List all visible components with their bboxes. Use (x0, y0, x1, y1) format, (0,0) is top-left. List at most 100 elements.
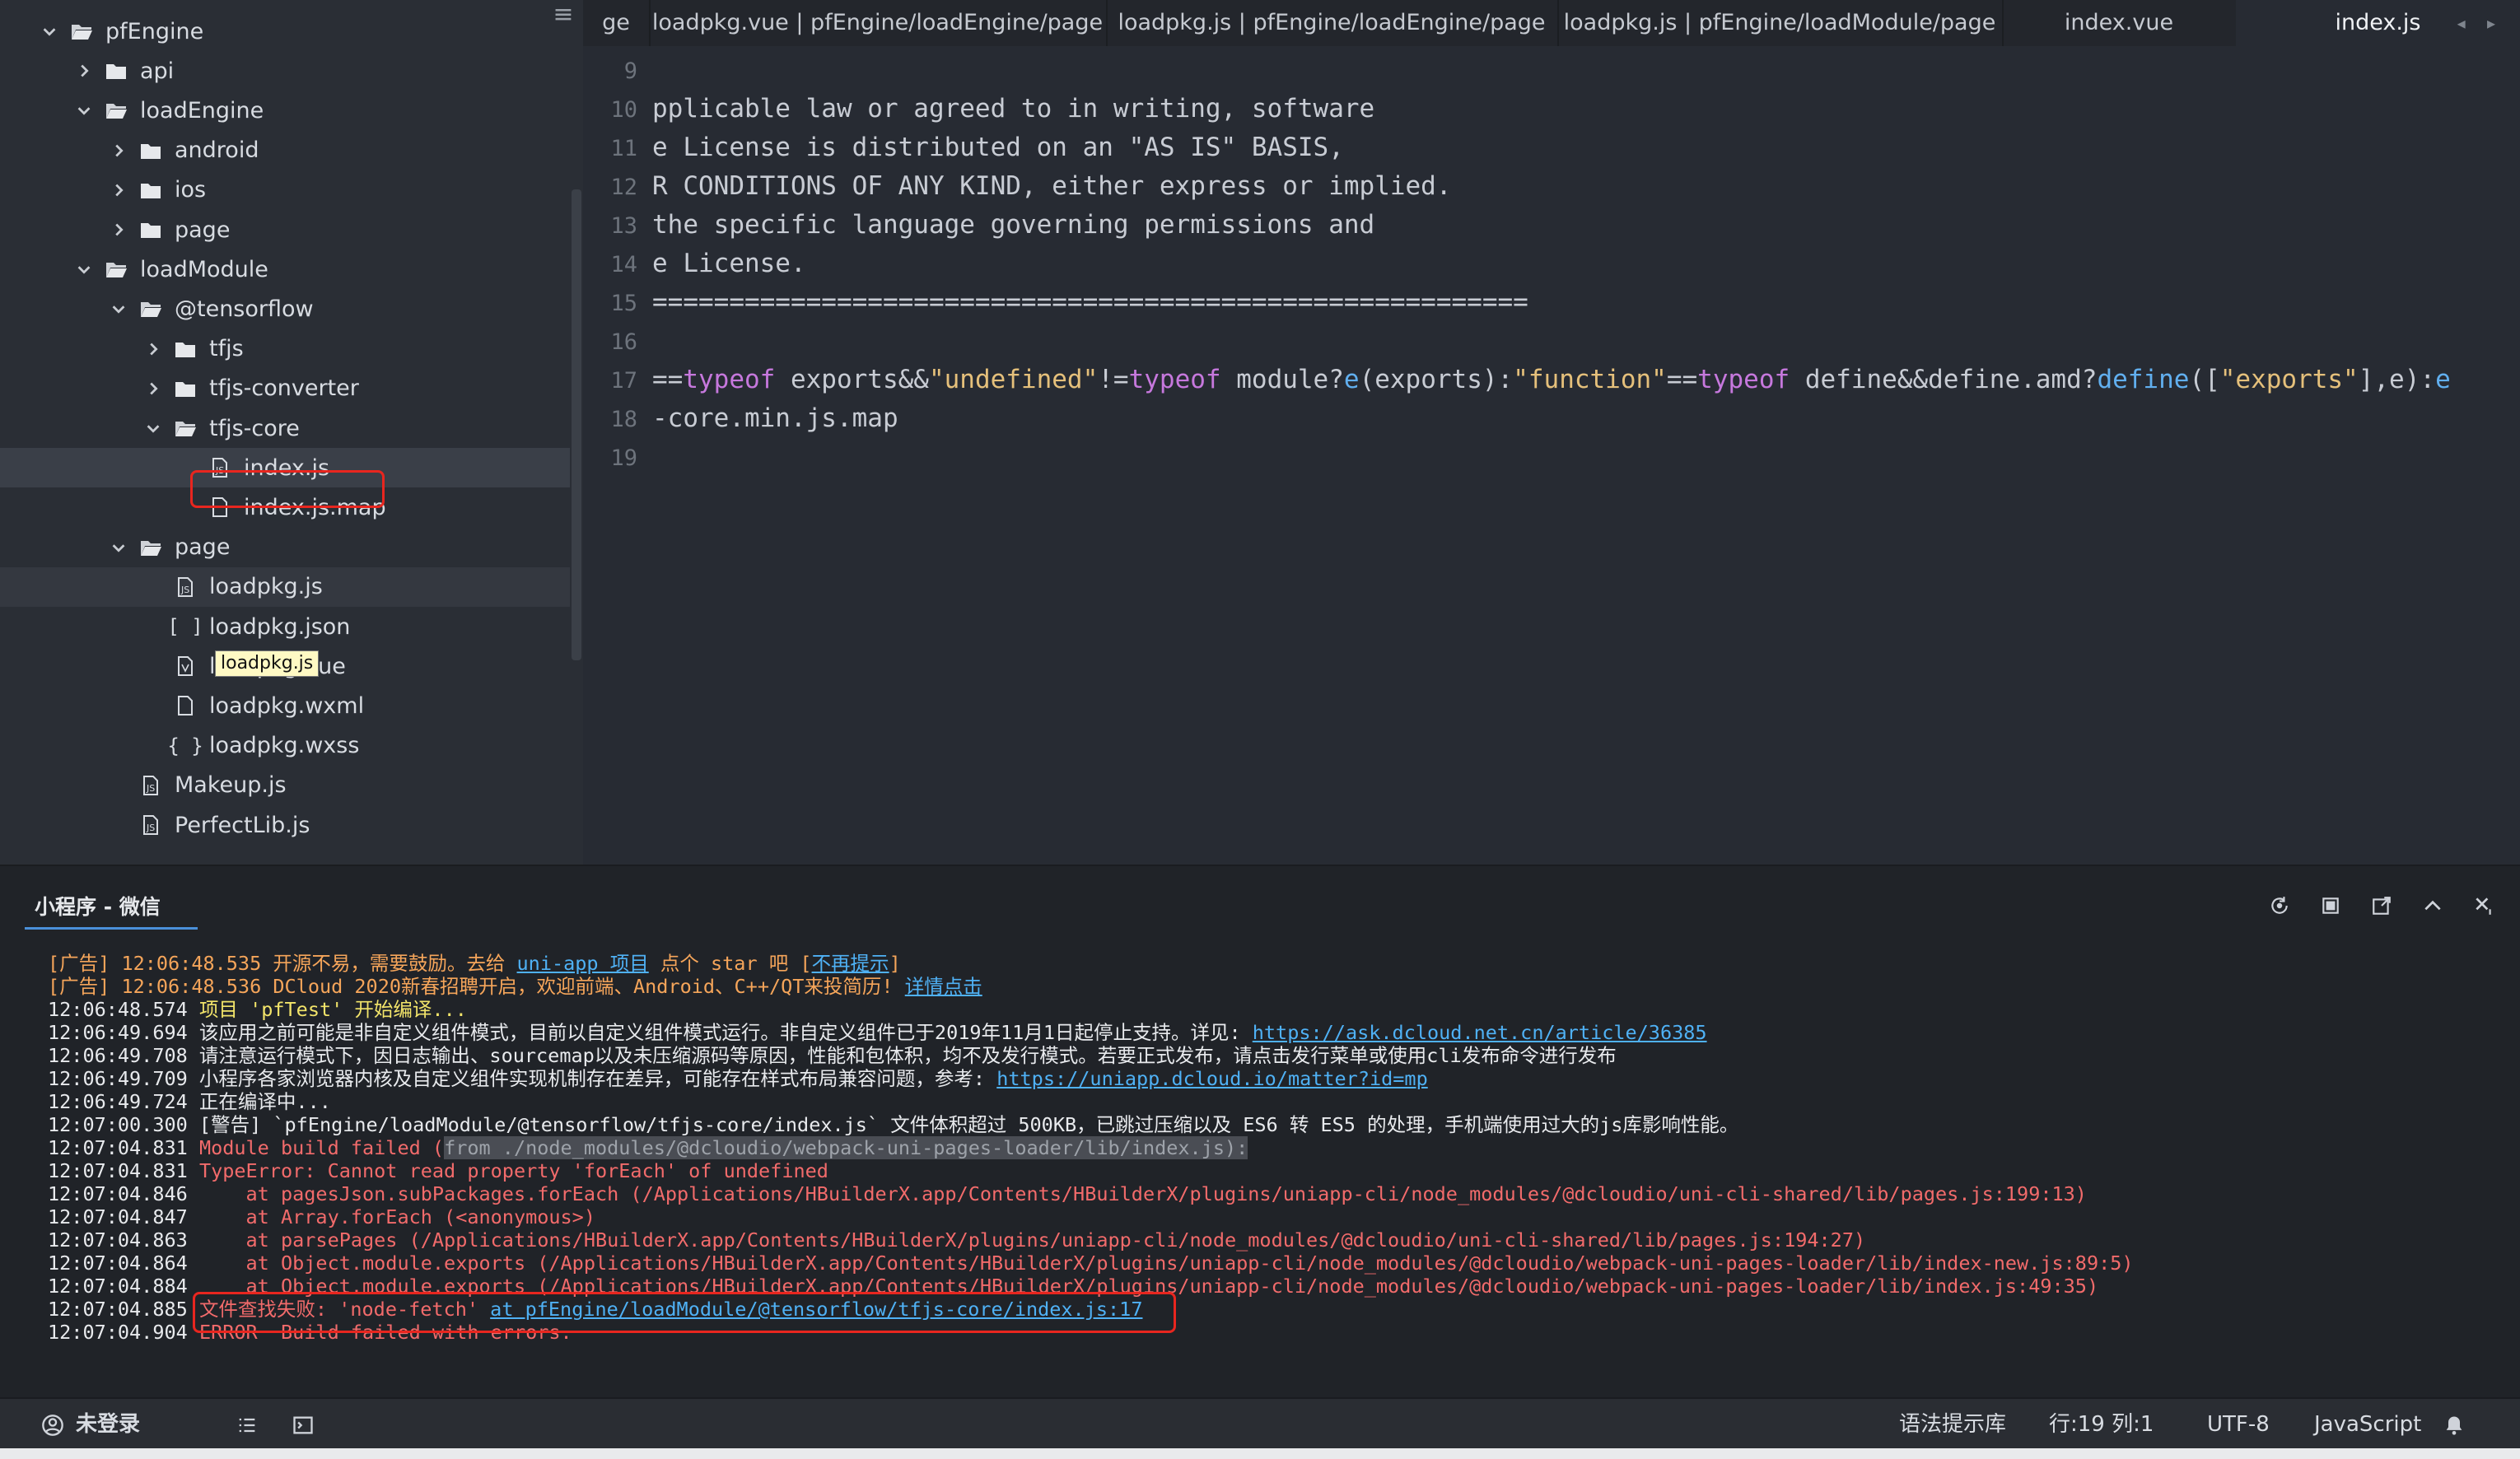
line-number: 14 (610, 252, 637, 277)
tree-item[interactable]: @tensorflow (0, 289, 570, 329)
code-token: ========================================… (652, 287, 1528, 317)
chevron-down-icon[interactable] (109, 299, 128, 319)
log-text: 12:07:04.847 (48, 1205, 199, 1228)
language-mode[interactable]: JavaScript (2314, 1399, 2421, 1450)
tree-item[interactable]: JS loadpkg.js (0, 566, 570, 607)
line-number: 12 (610, 175, 637, 200)
tree-item[interactable]: tfjs-core (0, 408, 570, 448)
open-external-icon[interactable] (2370, 894, 2393, 917)
code-token: == (1666, 365, 1698, 394)
code-token: e (1343, 365, 1360, 394)
code-token: e License is distributed on an "AS IS" B… (652, 133, 1344, 162)
tree-item[interactable]: JS Makeup.js (0, 766, 570, 805)
log-link[interactable]: 详情点击 (905, 975, 982, 998)
log-text: 12:07:00.300 [警告] `pfEngine/loadModule/@… (48, 1113, 1739, 1136)
js-file-icon: JS (140, 775, 161, 795)
log-link[interactable]: https://ask.dcloud.net.cn/article/36385 (1253, 1021, 1707, 1044)
tree-item[interactable]: page (0, 528, 570, 567)
file-encoding[interactable]: UTF-8 (2207, 1399, 2270, 1450)
tree-item[interactable]: android (0, 131, 570, 170)
tree-item[interactable]: pfEngine (0, 12, 570, 51)
log-text: [广告] 12:06:48.535 开源不易，需要鼓励。去给 (48, 952, 517, 975)
tree-item[interactable]: { } loadpkg.wxss (0, 726, 570, 766)
close-icon[interactable] (2472, 894, 2495, 917)
tree-item[interactable]: [ ] loadpkg.json (0, 607, 570, 646)
syntax-library[interactable]: 语法提示库 (1899, 1399, 2006, 1450)
code-token: R CONDITIONS OF ANY KIND, either express… (652, 171, 1452, 201)
css-file-icon: { } (167, 734, 203, 757)
code-token: typeof (1697, 365, 1790, 394)
log-link[interactable]: https://uniapp.dcloud.io/matter?id=mp (996, 1067, 1427, 1090)
editor-tab[interactable]: loadpkg.js | pfEngine/loadModule/page (1557, 0, 2004, 46)
console-toolbar (2268, 894, 2495, 917)
folder-icon (140, 538, 161, 557)
project-explorer: ≡ pfEngine api loadEngine android ios page loa… (0, 0, 583, 865)
log-line: 12:06:48.574 项目 'pfTest' 开始编译... (48, 998, 2495, 1021)
chevron-right-icon[interactable] (74, 61, 94, 81)
code-line: 9 (583, 51, 652, 89)
chevron-right-icon[interactable] (109, 141, 128, 161)
chevron-right-icon[interactable] (143, 339, 163, 359)
outline-list-icon[interactable] (236, 1399, 259, 1450)
terminal-icon[interactable] (292, 1399, 315, 1450)
tree-item[interactable]: loadpkg.wxml (0, 686, 570, 725)
log-text: from ./node_modules/@dcloudio/webpack-un… (444, 1136, 1248, 1159)
tree-item[interactable]: tfjs (0, 329, 570, 369)
chevron-right-icon[interactable] (109, 180, 128, 200)
log-text: 点个 star 吧 [ (648, 952, 812, 975)
code-token: e License. (652, 249, 806, 278)
tree-item[interactable]: tfjs-converter (0, 369, 570, 408)
cursor-position[interactable]: 行:19 列:1 (2049, 1399, 2154, 1450)
code-line: 12 R CONDITIONS OF ANY KIND, either expre… (583, 167, 1452, 205)
editor-tab[interactable]: ge (583, 0, 651, 46)
chevron-down-icon[interactable] (109, 538, 128, 557)
code-editor[interactable]: 9 10 pplicable law or agreed to in writing… (583, 46, 2520, 865)
tree-item[interactable]: ios (0, 170, 570, 210)
log-text: ] (889, 952, 901, 975)
console-log[interactable]: [广告] 12:06:48.535 开源不易，需要鼓励。去给 uni-app 项… (48, 952, 2495, 1344)
tab-scroll-arrows-icon[interactable]: ◂ ▸ (2457, 0, 2504, 46)
editor-tab[interactable]: loadpkg.js | pfEngine/loadEngine/page (1106, 0, 1559, 46)
log-link[interactable]: 不再提示 (812, 952, 889, 975)
chevron-down-icon[interactable] (74, 100, 94, 120)
code-token: "exports" (2219, 365, 2359, 394)
maximize-chevron-up-icon[interactable] (2421, 894, 2444, 917)
log-text: Module build failed ( (198, 1136, 445, 1159)
chevron-right-icon[interactable] (109, 220, 128, 240)
tree-item-label: ios (175, 177, 207, 203)
console-tab-title[interactable]: 小程序 - 微信 (35, 891, 161, 921)
chevron-down-icon[interactable] (74, 259, 94, 279)
log-text: 12:07:04.884 (48, 1275, 199, 1298)
svg-text:JS: JS (180, 585, 189, 595)
tree-item[interactable]: loadEngine (0, 91, 570, 130)
tree-item-label: loadpkg.json (209, 613, 351, 640)
code-token: ],e): (2358, 365, 2436, 394)
log-link[interactable]: uni-app 项目 (517, 952, 649, 975)
editor-tab[interactable]: index.vue (2002, 0, 2238, 46)
vue-file-icon (175, 656, 196, 677)
json-file-icon: [ ] (167, 615, 203, 638)
restart-icon[interactable] (2268, 894, 2291, 917)
console-tab-underline (25, 927, 198, 930)
tree-item[interactable]: api (0, 51, 570, 91)
sidebar-scrollbar[interactable] (572, 189, 581, 660)
code-line: 13 the specific language governing permis… (583, 206, 1374, 244)
tree-item[interactable]: page (0, 210, 570, 249)
chevron-right-icon[interactable] (143, 379, 163, 399)
code-line: 11 e License is distributed on an "AS IS"… (583, 128, 1344, 166)
log-line: 12:07:04.864 at Object.module.exports (/… (48, 1252, 2495, 1275)
code-line: 10 pplicable law or agreed to in writing,… (583, 90, 1374, 128)
tree-item[interactable]: loadModule (0, 249, 570, 289)
chevron-down-icon[interactable] (143, 418, 163, 438)
user-icon[interactable] (41, 1399, 64, 1450)
editor-tab[interactable]: loadpkg.vue | pfEngine/loadEngine/page (649, 0, 1108, 46)
login-status[interactable]: 未登录 (76, 1399, 140, 1450)
line-number: 19 (610, 445, 637, 471)
log-text: 12:07:04.885 (48, 1298, 199, 1321)
folder-icon (140, 141, 161, 161)
chevron-down-icon[interactable] (40, 21, 59, 41)
notification-bell-icon[interactable] (2443, 1399, 2466, 1450)
log-line: 12:06:49.694 该应用之前可能是非自定义组件模式，目前以自定义组件模式… (48, 1021, 2495, 1044)
tree-item[interactable]: JS PerfectLib.js (0, 805, 570, 845)
stop-icon[interactable] (2319, 894, 2342, 917)
